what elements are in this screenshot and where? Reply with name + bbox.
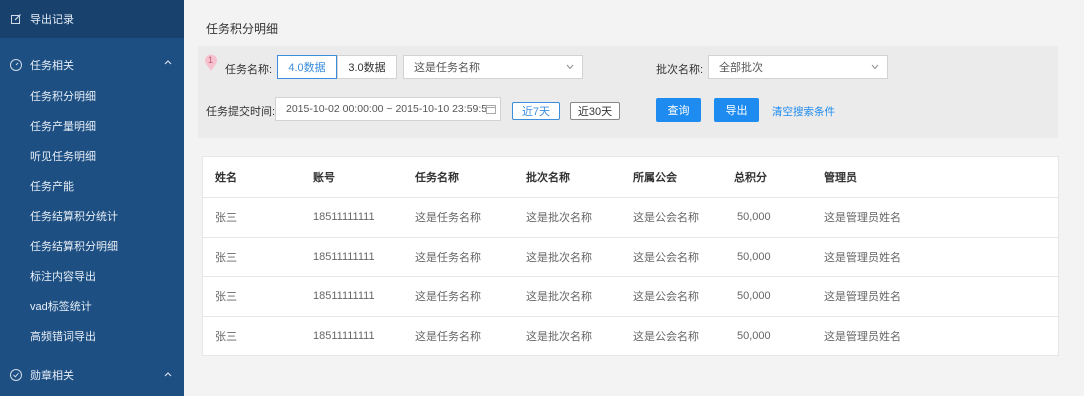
sidebar-item-annotation-export[interactable]: 标注内容导出: [0, 262, 184, 292]
cell-admin: 这是管理员姓名: [824, 212, 901, 225]
last-7-days-button[interactable]: 近7天: [512, 102, 560, 120]
sidebar-item-vad-stats[interactable]: vad标签统计: [0, 292, 184, 322]
cell-admin: 这是管理员姓名: [824, 330, 901, 343]
sidebar-item-task-capacity[interactable]: 任务产能: [0, 172, 184, 202]
date-range-input[interactable]: 2015-10-02 00:00:00 ~ 2015-10-10 23:59:5…: [275, 97, 501, 121]
cell-account: 18511111111: [313, 211, 375, 224]
sidebar-item-export-records[interactable]: 导出记录: [0, 0, 184, 38]
cell-name: 张三: [215, 251, 237, 264]
cell-total-points: 50,000: [737, 211, 771, 224]
sidebar: 导出记录 任务相关 任务积分明细 任务产量明细 听见任务明细 任务产能 任务结算…: [0, 0, 184, 396]
cell-admin: 这是管理员姓名: [824, 291, 901, 304]
cell-account: 18511111111: [313, 329, 375, 342]
column-header-account: 账号: [313, 172, 335, 184]
cell-guild: 这是公会名称: [633, 291, 699, 304]
table-row: 张三 18511111111 这是任务名称 这是批次名称 这是公会名称 50,000 这是管…: [203, 276, 1058, 316]
sidebar-group-medals[interactable]: 勋章相关: [0, 358, 184, 392]
column-header-guild: 所属公会: [633, 172, 677, 184]
column-header-admin: 管理员: [824, 172, 857, 184]
clear-search-link[interactable]: 清空搜索条件: [772, 104, 835, 119]
cell-admin: 这是管理员姓名: [824, 251, 901, 264]
cell-guild: 这是公会名称: [633, 212, 699, 225]
table-header-row: 姓名 账号 任务名称 批次名称 所属公会 总积分 管理员: [203, 157, 1058, 197]
sidebar-item-typo-export[interactable]: 高频错词导出: [0, 322, 184, 352]
cell-guild: 这是公会名称: [633, 251, 699, 264]
column-header-batch-name: 批次名称: [526, 172, 570, 184]
cell-total-points: 50,000: [737, 329, 771, 342]
sidebar-export-label: 导出记录: [30, 14, 74, 26]
filter-panel: 1 任务名称: 4.0数据 3.0数据 这是任务名称 批次名称: 全部批次 任务…: [198, 46, 1058, 138]
table-row: 张三 18511111111 这是任务名称 这是批次名称 这是公会名称 50,000 这是管…: [203, 236, 1058, 277]
task-name-select-value: 这是任务名称: [414, 62, 480, 74]
last-30-days-button[interactable]: 近30天: [570, 102, 620, 120]
column-header-total-points: 总积分: [734, 172, 767, 184]
cell-task-name: 这是任务名称: [415, 251, 481, 264]
page-title: 任务积分明细: [206, 22, 279, 36]
column-header-name: 姓名: [215, 172, 237, 184]
batch-name-select[interactable]: 全部批次: [708, 55, 888, 79]
sidebar-item-tingjian-task-detail[interactable]: 听见任务明细: [0, 142, 184, 172]
sidebar-submenu: 任务积分明细 任务产量明细 听见任务明细 任务产能 任务结算积分统计 任务结算积…: [0, 82, 184, 352]
sidebar-group-tasks-label: 任务相关: [30, 60, 74, 72]
data-table: 姓名 账号 任务名称 批次名称 所属公会 总积分 管理员 张三 185111111…: [202, 156, 1059, 356]
cell-account: 18511111111: [313, 290, 375, 303]
task-name-label: 任务名称:: [225, 64, 273, 76]
data-version-40-tab[interactable]: 4.0数据: [277, 55, 337, 79]
check-circle-icon: [10, 369, 22, 381]
cell-task-name: 这是任务名称: [415, 212, 481, 225]
cell-total-points: 50,000: [737, 290, 771, 303]
cell-task-name: 这是任务名称: [415, 330, 481, 343]
cell-batch-name: 这是批次名称: [526, 212, 592, 225]
chevron-down-icon: [566, 64, 574, 70]
chevron-up-icon: [164, 372, 172, 377]
data-version-30-tab[interactable]: 3.0数据: [337, 55, 397, 79]
sidebar-group-tasks[interactable]: 任务相关: [0, 48, 184, 82]
task-name-select[interactable]: 这是任务名称: [403, 55, 583, 79]
cell-total-points: 50,000: [737, 250, 771, 263]
table-row: 张三 18511111111 这是任务名称 这是批次名称 这是公会名称 50,000 这是管…: [203, 315, 1058, 356]
column-header-task-name: 任务名称: [415, 172, 459, 184]
batch-name-select-value: 全部批次: [719, 62, 763, 74]
date-range-value: 2015-10-02 00:00:00 ~ 2015-10-10 23:59:5…: [286, 103, 493, 115]
pin-number: 1: [208, 55, 214, 65]
chevron-up-icon: [164, 60, 172, 65]
cell-batch-name: 这是批次名称: [526, 251, 592, 264]
sidebar-item-settlement-detail[interactable]: 任务结算积分明细: [0, 232, 184, 262]
cell-batch-name: 这是批次名称: [526, 330, 592, 343]
cell-task-name: 这是任务名称: [415, 291, 481, 304]
cell-batch-name: 这是批次名称: [526, 291, 592, 304]
cell-name: 张三: [215, 291, 237, 304]
sidebar-item-settlement-stats[interactable]: 任务结算积分统计: [0, 202, 184, 232]
cell-guild: 这是公会名称: [633, 330, 699, 343]
edit-icon: [10, 13, 22, 25]
sidebar-group-medals-label: 勋章相关: [30, 370, 74, 382]
sidebar-item-task-output-detail[interactable]: 任务产量明细: [0, 112, 184, 142]
query-button[interactable]: 查询: [656, 98, 701, 122]
sidebar-item-task-points-detail[interactable]: 任务积分明细: [0, 82, 184, 112]
chevron-down-icon: [871, 64, 879, 70]
export-button[interactable]: 导出: [714, 98, 759, 122]
table-row: 张三 18511111111 这是任务名称 这是批次名称 这是公会名称 50,000 这是管…: [203, 197, 1058, 237]
gauge-icon: [10, 59, 22, 71]
main-content: 任务积分明细 1 任务名称: 4.0数据 3.0数据 这是任务名称 批次名称: …: [184, 0, 1084, 396]
cell-name: 张三: [215, 212, 237, 225]
calendar-icon: [486, 105, 496, 114]
batch-name-label: 批次名称:: [656, 64, 704, 76]
cell-account: 18511111111: [313, 250, 375, 263]
cell-name: 张三: [215, 330, 237, 343]
submit-time-label: 任务提交时间:: [206, 106, 276, 118]
